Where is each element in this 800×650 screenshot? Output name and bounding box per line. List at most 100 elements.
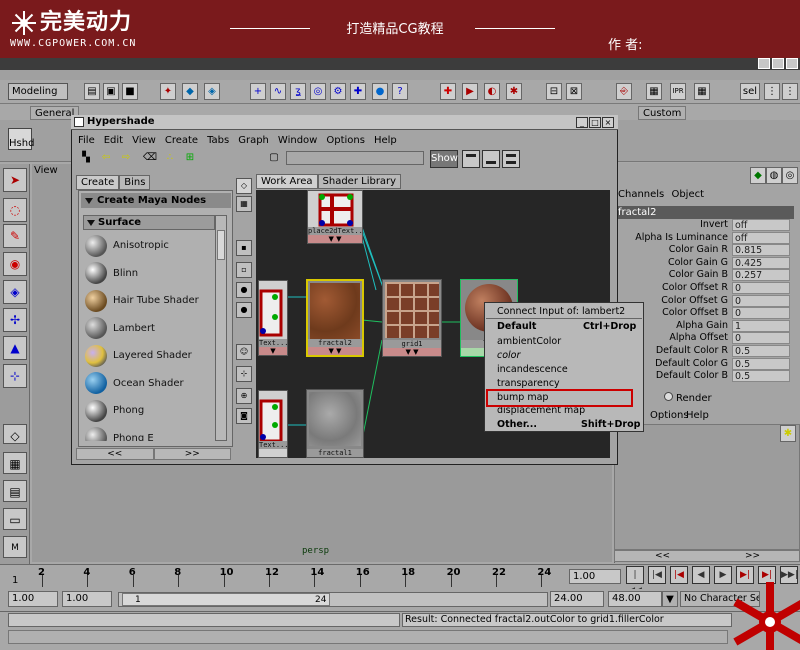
place2d-node[interactable]: place2dText... ▼ ▼ [307,190,363,244]
pager-next[interactable]: >> [153,448,231,460]
viewport-menu-view[interactable]: View [34,165,58,176]
command-line-input[interactable] [8,613,400,627]
material-item[interactable]: Anisotropic [83,232,215,260]
close-button[interactable] [786,58,798,69]
step-back-key-button[interactable]: |◀ [670,566,688,584]
render-globals-icon[interactable]: ▶ [462,83,478,100]
save-scene-icon[interactable]: ■ [122,83,138,100]
outliner-layout-icon[interactable]: ▤ [3,480,27,502]
attribute-value-field[interactable]: off [732,231,790,244]
paint-select-icon[interactable]: ✎ [3,224,27,248]
four-view-icon[interactable]: ▦ [3,452,27,474]
person-icon[interactable]: ☺ [236,344,252,360]
render-settings-icon[interactable]: ▦ [694,83,710,100]
snap-view-icon[interactable]: ◎ [310,83,326,100]
material-item[interactable]: Phong [83,397,215,425]
lasso-tool-icon[interactable]: ◌ [3,198,27,222]
connect-menu-item[interactable]: Other... [497,419,537,430]
manipulator-icon[interactable]: ▲ [3,336,27,360]
persp-graph-layout-icon[interactable]: ▭ [3,508,27,530]
search-icon[interactable]: ▢ [266,151,282,166]
rotate-tool-icon[interactable]: ◈ [3,280,27,304]
mode-selector[interactable]: Modeling [8,83,68,100]
layout-top-icon[interactable] [462,150,480,168]
node-arrows[interactable]: ▼ ▼ [308,235,362,243]
rearrange-icon[interactable]: ∴ [162,151,178,166]
ipr-render-icon[interactable]: IPR [670,83,686,100]
checker-icon[interactable]: ▚ [78,151,94,166]
texture-node-upper[interactable]: Text... ▼ [258,280,288,356]
tab-shader-library[interactable]: Shader Library [317,174,402,189]
hs-menu-view[interactable]: View [132,135,156,146]
connect-menu-item[interactable]: incandescence [497,364,568,375]
hypershade-title-bar[interactable]: Hypershade [71,115,618,130]
attribute-value-field[interactable]: 0.425 [732,256,790,269]
hs-menu-options[interactable]: Options [326,135,365,146]
fractal2-node[interactable]: fractal2 ▼ ▼ [306,279,364,357]
attribute-value-field[interactable]: 0.5 [732,370,790,383]
surface-section-header[interactable]: Surface [83,215,215,230]
shelf-tab-custom[interactable]: Custom [638,106,687,120]
single-view-icon[interactable]: ◇ [3,424,27,444]
go-to-start-button[interactable]: |◀◀ [626,566,644,596]
graph-icon[interactable]: ⊞ [182,151,198,166]
pager-prev[interactable]: << [76,448,154,460]
hs-menu-file[interactable]: File [78,135,95,146]
attribute-editor-icon[interactable]: ⋮ [782,83,798,100]
open-scene-icon[interactable]: ▣ [103,83,119,100]
select-component-icon[interactable]: ◈ [204,83,220,100]
channels-menu[interactable]: Channels [618,189,664,200]
material-item[interactable]: Hair Tube Shader [83,287,215,315]
hs-menu-graph[interactable]: Graph [238,135,269,146]
help-icon[interactable]: ? [392,83,408,100]
layout-bottom-icon[interactable] [482,150,500,168]
medium-swatch-icon[interactable]: ▫ [236,262,252,278]
connect-menu-item[interactable]: Default [497,321,536,332]
animation-start-field[interactable]: 1.00 [8,591,58,607]
minimize-button[interactable] [758,58,770,69]
hs-menu-help[interactable]: Help [374,135,397,146]
material-item[interactable]: Blinn [83,260,215,288]
tab-work-area[interactable]: Work Area [256,174,318,189]
attribute-value-field[interactable]: off [732,219,790,231]
select-tool-icon[interactable]: ➤ [3,168,27,192]
connect-menu-item[interactable]: transparency [497,378,560,389]
render-node-icon[interactable]: ◍ [766,167,782,184]
attribute-value-field[interactable]: 0 [732,282,790,294]
attribute-value-field[interactable]: 1 [732,319,790,332]
current-frame-field[interactable]: 1.00 [569,569,621,584]
render-icon[interactable]: ● [372,83,388,100]
script-editor-icon[interactable]: ⎆ [616,83,632,100]
connect-menu-item[interactable]: color [497,350,520,361]
attribute-value-field[interactable]: 0 [732,294,790,307]
scrollbar-thumb[interactable] [217,230,225,260]
tab-bins[interactable]: Bins [119,175,151,190]
selected-node-name[interactable]: fractal2 [614,206,794,219]
show-button[interactable]: Show [430,150,458,168]
animation-end-field[interactable]: 48.00 [608,591,662,607]
last-tool-icon[interactable]: ⊹ [3,364,27,388]
layout-split-icon[interactable] [502,150,520,168]
snap-grid-icon[interactable]: + [250,83,266,100]
new-layer-icon[interactable]: ✱ [780,425,796,442]
network-icon[interactable]: ⊹ [236,366,252,382]
render-radio-icon[interactable] [664,392,673,401]
hypershade-icon[interactable]: ◐ [484,83,500,100]
grid1-node[interactable]: grid1 ▼ ▼ [382,279,442,357]
layer-options-menu[interactable]: Options [650,410,689,421]
playback-start-field[interactable]: 1.00 [62,591,112,607]
step-back-button[interactable]: |◀ [648,566,666,584]
snap-curve-icon[interactable]: ∿ [270,83,286,100]
select-object-icon[interactable]: ◆ [182,83,198,100]
material-item[interactable]: Ocean Shader [83,370,215,398]
hs-minimize-button[interactable]: _ [576,117,588,128]
ipr-icon[interactable]: ✚ [440,83,456,100]
hs-close-button[interactable]: × [602,117,614,128]
mask-icon[interactable]: ⊠ [566,83,582,100]
render-view-icon[interactable]: ✱ [506,83,522,100]
hs-menu-window[interactable]: Window [278,135,317,146]
material-list-scrollbar[interactable] [215,215,227,441]
texture-node-lower[interactable]: Text... [258,390,288,458]
fractal1-node[interactable]: fractal1 [306,389,364,458]
hs-menu-create[interactable]: Create [165,135,198,146]
